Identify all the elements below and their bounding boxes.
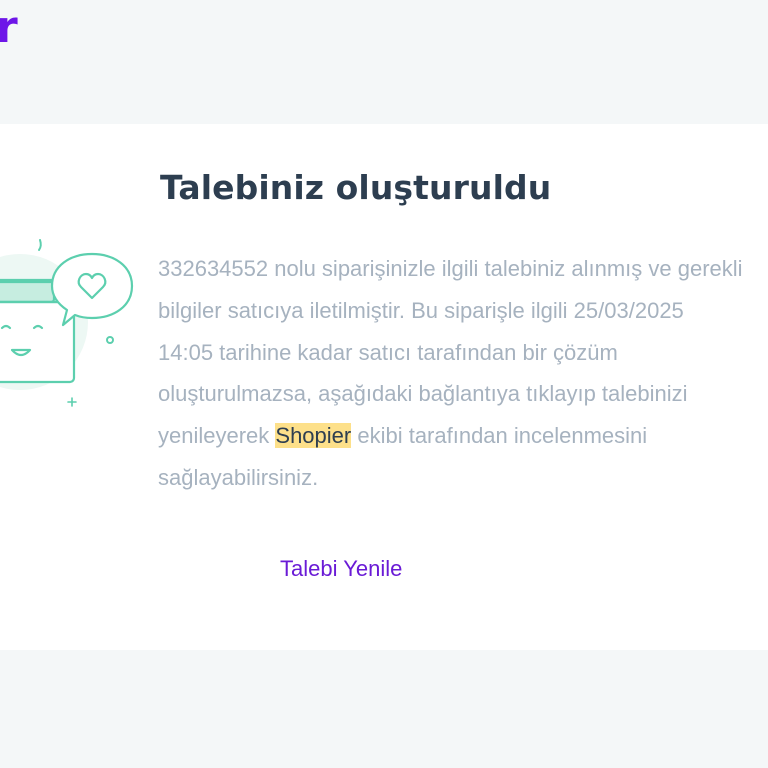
page-title: Talebiniz oluşturuldu (160, 168, 552, 207)
message-text: 332634552 nolu siparişinizle ilgili tale… (158, 256, 743, 449)
shopier-logo[interactable]: r (0, 2, 18, 54)
request-confirmation-card: Talebiniz oluşturuldu 332634552 nolu sip… (0, 124, 768, 650)
page: r Talebiniz oluşturuldu 332634552 nolu s… (0, 0, 768, 768)
confirmation-message: 332634552 nolu siparişinizle ilgili tale… (158, 248, 743, 499)
highlighted-brand-name: Shopier (275, 423, 352, 449)
gift-box-heart-chat-icon (0, 239, 134, 407)
renew-request-link[interactable]: Talebi Yenile (280, 554, 402, 584)
